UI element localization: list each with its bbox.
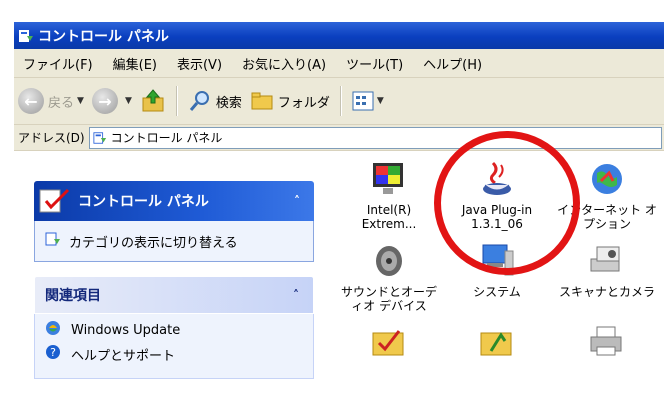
- up-folder-button[interactable]: [136, 84, 170, 118]
- windows-update-icon: [45, 320, 71, 340]
- item-label: サウンドとオーデ ィオ デバイス: [340, 285, 437, 313]
- title-bar[interactable]: コントロール パネル: [14, 22, 664, 49]
- back-dropdown-icon[interactable]: ▼: [77, 96, 84, 106]
- panel2-body: Windows Update ? ヘルプとサポート: [34, 314, 314, 379]
- printers-item[interactable]: [552, 319, 662, 365]
- printer-icon: [585, 319, 629, 363]
- folder-check-icon: [367, 319, 411, 363]
- collapse-chevron-icon[interactable]: ˄: [294, 194, 300, 208]
- scheduled-tasks-item[interactable]: [442, 319, 552, 365]
- menu-edit[interactable]: 編集(E): [104, 54, 168, 73]
- search-icon: [189, 91, 209, 111]
- search-button[interactable]: 検索: [184, 84, 246, 118]
- item-label: スキャナとカメラ: [558, 285, 655, 299]
- forward-dropdown-icon[interactable]: ▼: [125, 96, 132, 106]
- highlight-circle: [434, 131, 580, 275]
- forward-arrow-icon: →: [91, 88, 118, 114]
- related-link-row[interactable]: Windows Update: [35, 318, 313, 342]
- menu-help[interactable]: ヘルプ(H): [414, 54, 493, 73]
- intel-extreme-item[interactable]: Intel(R) Extrem...: [334, 157, 444, 231]
- menu-favorites[interactable]: お気に入り(A): [233, 54, 337, 73]
- control-panel-task-panel: コントロール パネル ˄ カテゴリの表示に切り替える: [34, 181, 314, 262]
- menu-view[interactable]: 表示(V): [168, 54, 233, 73]
- back-arrow-icon: ←: [18, 88, 44, 114]
- folders-label: フォルダ: [277, 95, 330, 111]
- toolbar-separator: [175, 86, 178, 116]
- toolbar: ← 戻る ▼ → ▼ 検索 フォルダ ▼: [14, 78, 664, 125]
- help-icon: ?: [45, 344, 71, 364]
- views-dropdown-icon[interactable]: ▼: [377, 96, 384, 106]
- folders-icon: [251, 92, 273, 110]
- scanner-camera-item[interactable]: スキャナとカメラ: [552, 239, 662, 299]
- back-button[interactable]: ← 戻る ▼: [14, 84, 88, 118]
- sound-audio-item[interactable]: サウンドとオーデ ィオ デバイス: [334, 239, 444, 313]
- control-panel-icon: [19, 29, 33, 42]
- scanner-camera-icon: [585, 239, 629, 283]
- forward-button[interactable]: → ▼: [88, 84, 136, 118]
- folder-options-item[interactable]: [334, 319, 444, 365]
- switch-category-view-link[interactable]: カテゴリの表示に切り替える: [69, 232, 238, 251]
- menu-file[interactable]: ファイル(F): [14, 54, 104, 73]
- svg-text:?: ?: [50, 346, 56, 359]
- control-panel-icon: [93, 131, 106, 144]
- related-items-panel: 関連項目 ˄ Windows Update ? ヘルプとサポート: [34, 276, 314, 379]
- back-label: 戻る: [48, 95, 75, 111]
- toolbar-separator: [339, 86, 342, 116]
- panel-header-related[interactable]: 関連項目 ˄: [34, 276, 314, 314]
- address-label: アドレス(D): [18, 131, 85, 145]
- views-button[interactable]: ▼: [348, 84, 388, 118]
- control-panel-large-icon: [39, 188, 70, 213]
- menu-tools[interactable]: ツール(T): [337, 54, 414, 73]
- views-icon: [352, 91, 374, 111]
- globe-icon: [585, 157, 629, 201]
- address-value: コントロール パネル: [110, 131, 223, 145]
- panel1-body: カテゴリの表示に切り替える: [34, 221, 314, 262]
- search-label: 検索: [215, 95, 242, 111]
- monitor-icon: [367, 157, 411, 201]
- task-pane: コントロール パネル ˄ カテゴリの表示に切り替える 関連項目 ˄ Window…: [14, 151, 344, 402]
- panel1-title: コントロール パネル: [78, 194, 209, 210]
- panel-header-control-panel[interactable]: コントロール パネル ˄: [34, 181, 314, 221]
- folders-button[interactable]: フォルダ: [246, 84, 334, 118]
- up-folder-icon: [142, 89, 164, 112]
- address-bar: アドレス(D) コントロール パネル: [14, 125, 664, 151]
- category-view-icon: [45, 231, 69, 251]
- window-title: コントロール パネル: [38, 28, 169, 45]
- address-field[interactable]: コントロール パネル: [88, 126, 662, 149]
- help-support-link[interactable]: ヘルプとサポート: [71, 345, 175, 364]
- speaker-icon: [367, 239, 411, 283]
- windows-update-link[interactable]: Windows Update: [71, 323, 180, 338]
- menu-bar: ファイル(F) 編集(E) 表示(V) お気に入り(A) ツール(T) ヘルプ(…: [14, 49, 664, 78]
- related-link-row[interactable]: ? ヘルプとサポート: [35, 342, 313, 366]
- item-label: Intel(R) Extrem...: [361, 203, 417, 231]
- folder-tasks-icon: [475, 319, 519, 363]
- collapse-chevron-icon[interactable]: ˄: [293, 288, 299, 302]
- panel2-title: 関連項目: [45, 288, 101, 304]
- item-label: システム: [473, 285, 521, 299]
